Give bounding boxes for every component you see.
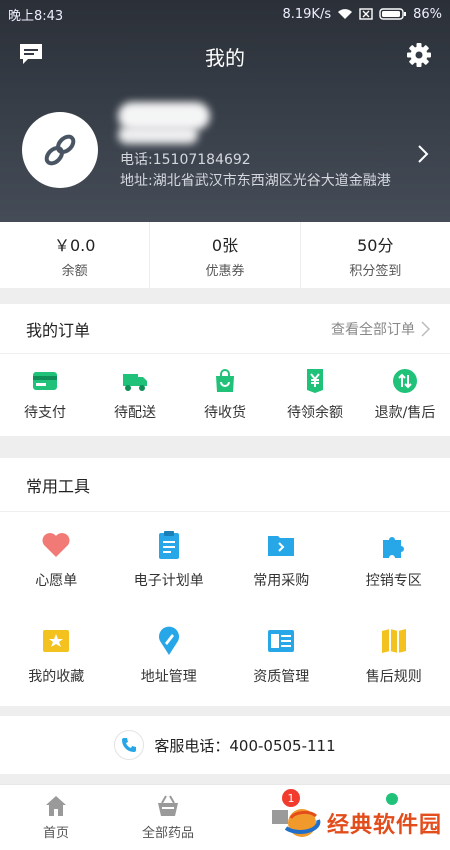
tool-qualification-management[interactable]: 资质管理 [225, 608, 338, 704]
tool-aftersales-rules[interactable]: 售后规则 [338, 608, 450, 704]
customer-service-phone[interactable]: 客服电话：400-0505-111 [0, 716, 450, 774]
refund-icon [393, 369, 417, 393]
bag-icon [216, 369, 234, 392]
status-time: 晚上8:43 [8, 8, 64, 24]
basket-icon [158, 795, 178, 816]
card-icon [33, 372, 57, 390]
truck-icon [123, 374, 147, 391]
sim-icon [359, 8, 373, 20]
gear-icon[interactable] [406, 42, 432, 68]
wifi-icon [338, 9, 353, 19]
location-icon [158, 626, 179, 655]
points-checkin-stat[interactable]: 50分 积分签到 [301, 222, 450, 288]
tool-address-management[interactable]: 地址管理 [113, 608, 226, 704]
tool-e-plan[interactable]: 电子计划单 [113, 512, 226, 608]
puzzle-icon [382, 537, 404, 558]
user-address: 地址:湖北省武汉市东西湖区光谷大道金融港 [120, 173, 391, 189]
my-orders-section: 我的订单 查看全部订单 待支付 待配送 待收货 待领余额 退款/售后 [0, 304, 450, 436]
home-icon [46, 796, 66, 816]
active-indicator [386, 793, 398, 805]
tool-favorites[interactable]: 我的收藏 [0, 608, 113, 704]
network-speed: 8.19K/s [282, 6, 332, 22]
tools-title: 常用工具 [26, 476, 91, 496]
chevron-right-icon [421, 320, 430, 337]
map-icon [381, 629, 406, 653]
page-title: 我的 [205, 45, 245, 70]
order-pending-balance[interactable]: 待领余额 [270, 354, 360, 436]
avatar[interactable] [22, 112, 98, 188]
service-phone-text: 客服电话：400-0505-111 [154, 736, 336, 755]
order-pending-delivery[interactable]: 待配送 [90, 354, 180, 436]
order-pending-payment[interactable]: 待支付 [0, 354, 90, 436]
order-refund-aftersales[interactable]: 退款/售后 [360, 354, 450, 436]
cart-badge: 1 [282, 789, 300, 807]
watermark: 经典软件园 [283, 806, 442, 840]
status-bar: 晚上8:43 8.19K/s 86% [0, 0, 450, 28]
nav-all-medicines[interactable]: 全部药品 [112, 785, 224, 850]
nav-home[interactable]: 首页 [0, 785, 112, 850]
document-icon [268, 630, 295, 652]
battery-level: 86% [413, 6, 442, 22]
watermark-logo-icon [284, 809, 321, 837]
battery-icon [379, 8, 407, 20]
folder-icon [268, 536, 295, 556]
account-stats: ￥0.0 余额 0张 优惠券 50分 积分签到 [0, 222, 450, 288]
user-phone: 电话:15107184692 [120, 152, 251, 168]
username-redacted-line [118, 126, 198, 144]
star-icon [43, 630, 70, 652]
yen-icon [307, 369, 323, 393]
watermark-text: 经典软件园 [326, 813, 442, 838]
common-tools-section: 常用工具 心愿单 电子计划单 常用采购 控销专区 我的收藏 地址管理 资质管理 … [0, 458, 450, 706]
avatar-logo-icon [44, 134, 76, 166]
bottom-nav: 首页 全部药品 1 经典软件园 [0, 784, 450, 850]
phone-icon [114, 730, 145, 760]
view-all-orders-link[interactable]: 查看全部订单 [331, 319, 430, 339]
message-icon[interactable] [18, 42, 44, 66]
orders-title: 我的订单 [26, 320, 91, 340]
profile-header: 晚上8:43 8.19K/s 86% 我的 电话:15107184692 地址:… [0, 0, 450, 222]
order-pending-receipt[interactable]: 待收货 [180, 354, 270, 436]
tool-wishlist[interactable]: 心愿单 [0, 512, 113, 608]
profile-card[interactable]: 电话:15107184692 地址:湖北省武汉市东西湖区光谷大道金融港 [0, 98, 450, 218]
heart-icon [42, 533, 70, 557]
chevron-right-icon[interactable] [416, 144, 430, 164]
balance-stat[interactable]: ￥0.0 余额 [0, 222, 151, 288]
tool-common-purchase[interactable]: 常用采购 [225, 512, 338, 608]
tool-sales-control[interactable]: 控销专区 [338, 512, 450, 608]
clipboard-icon [158, 531, 179, 559]
coupon-stat[interactable]: 0张 优惠券 [150, 222, 301, 288]
